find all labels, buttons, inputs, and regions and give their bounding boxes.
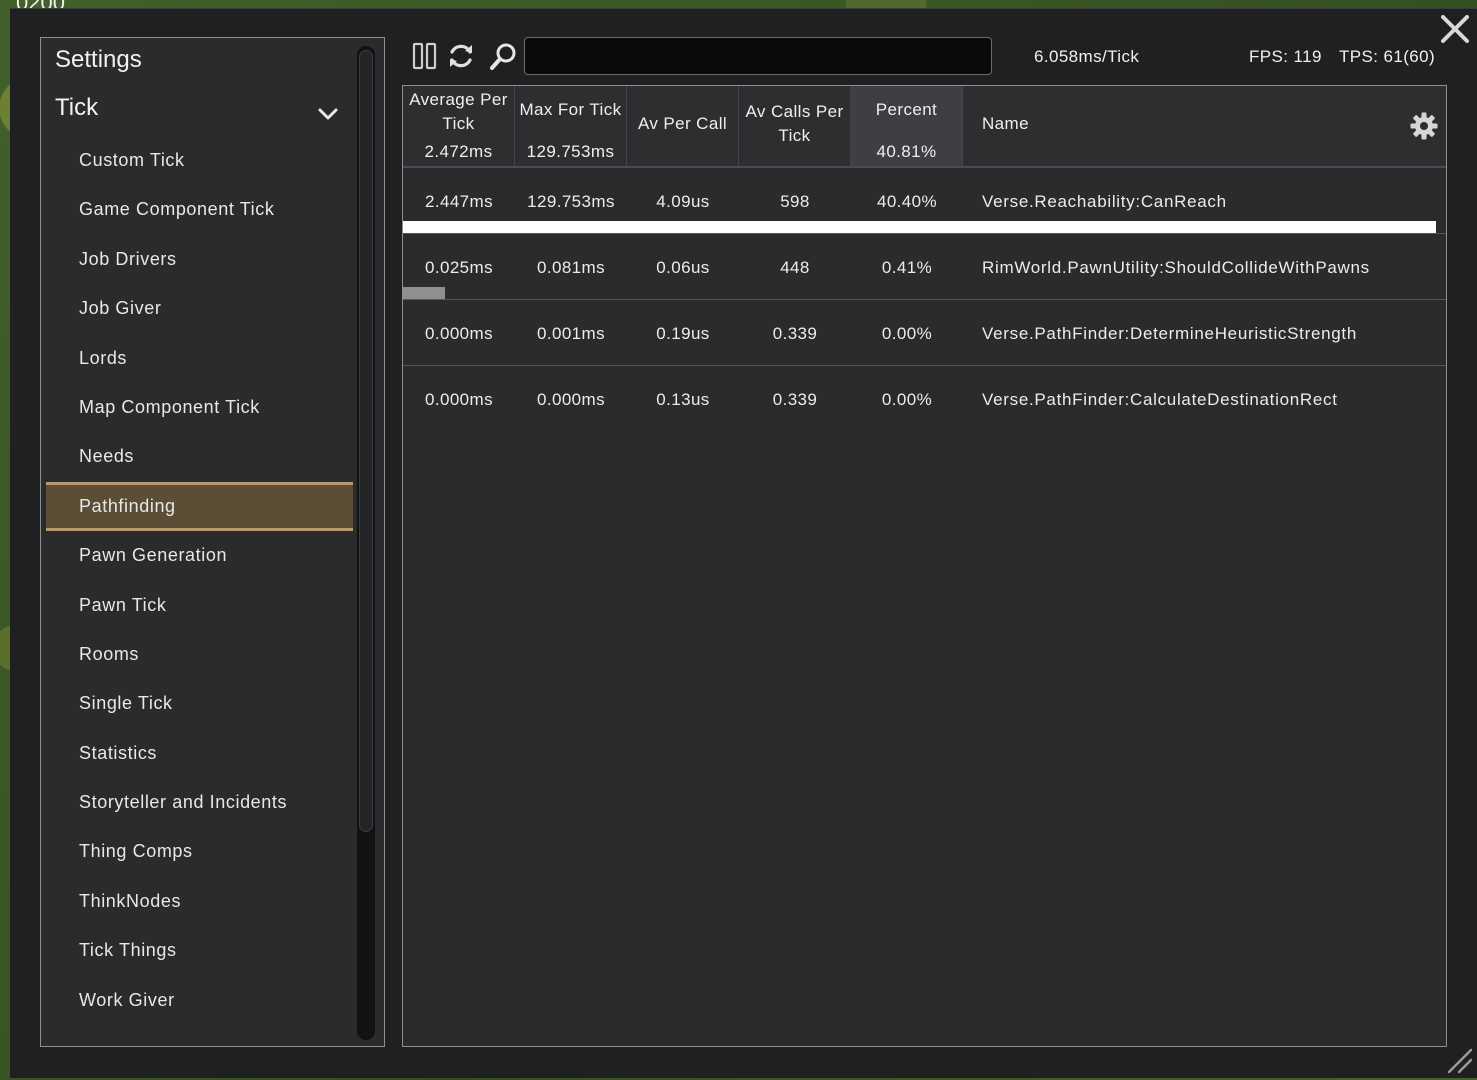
- cell-per-call: 4.09us: [656, 192, 710, 211]
- gear-icon[interactable]: [1410, 112, 1438, 140]
- cell-calls: 598: [780, 192, 810, 211]
- cell-max: 0.081ms: [536, 258, 605, 277]
- column-header-av-calls-per-tick[interactable]: Av Calls Per Tick: [739, 86, 851, 166]
- table-row[interactable]: 0.025ms 0.081ms 0.06us 448 0.41% RimWorld.Paw…: [403, 234, 1446, 300]
- column-label: Av Per Call: [637, 114, 728, 133]
- column-label: Av Calls Per Tick: [745, 102, 844, 145]
- cell-per-call: 0.13us: [656, 390, 710, 409]
- table-body: 2.447ms 129.753ms 4.09us 598 40.40% Verse.Rea…: [403, 168, 1446, 432]
- chevron-down-icon[interactable]: [317, 106, 339, 122]
- sidebar-item-list: Custom Tick Game Component Tick Job Driver…: [46, 136, 353, 1025]
- resize-grip-icon[interactable]: [1445, 1046, 1473, 1074]
- sidebar-item-custom-tick[interactable]: Custom Tick: [46, 136, 353, 185]
- cell-percent: 0.00%: [881, 324, 933, 343]
- cell-per-call: 0.19us: [656, 324, 710, 343]
- sidebar-item-pawn-tick[interactable]: Pawn Tick: [46, 581, 353, 630]
- sidebar-item-lords[interactable]: Lords: [46, 334, 353, 383]
- column-label: Average Per Tick: [409, 90, 508, 133]
- cell-calls: 0.339: [772, 324, 818, 343]
- sidebar-item-thing-comps[interactable]: Thing Comps: [46, 827, 353, 876]
- table-row[interactable]: 0.000ms 0.000ms 0.13us 0.339 0.00% Verse.Path…: [403, 366, 1446, 432]
- column-header-max-for-tick[interactable]: Max For Tick 129.753ms: [515, 86, 627, 166]
- cell-per-call: 0.06us: [656, 258, 710, 277]
- sidebar-scroll-thumb[interactable]: [359, 50, 373, 832]
- table-header: Average Per Tick 2.472ms Max For Tick 12…: [403, 86, 1446, 168]
- cell-avg: 0.000ms: [424, 390, 493, 409]
- column-header-percent[interactable]: Percent 40.81%: [851, 86, 963, 166]
- cell-name: Verse.Reachability:CanReach: [982, 192, 1227, 211]
- pause-icon[interactable]: [410, 41, 440, 71]
- column-header-average-per-tick[interactable]: Average Per Tick 2.472ms: [403, 86, 515, 166]
- table-row[interactable]: 0.000ms 0.001ms 0.19us 0.339 0.00% Verse.Path…: [403, 300, 1446, 366]
- column-label: Max For Tick: [519, 100, 622, 119]
- table-row[interactable]: 2.447ms 129.753ms 4.09us 598 40.40% Verse.Rea…: [403, 168, 1446, 234]
- column-total: 40.81%: [876, 142, 937, 161]
- sidebar-item-storyteller-and-incidents[interactable]: Storyteller and Incidents: [46, 778, 353, 827]
- profiler-window: Settings Tick Custom Tick Game Component …: [10, 8, 1477, 1078]
- cell-percent: 0.00%: [881, 390, 933, 409]
- profiler-toolbar: 6.058ms/Tick FPS: 119 TPS: 61(60): [408, 35, 1448, 79]
- sidebar-item-map-component-tick[interactable]: Map Component Tick: [46, 383, 353, 432]
- sidebar-item-pathfinding[interactable]: Pathfinding: [46, 481, 353, 532]
- column-header-name[interactable]: Name: [963, 86, 1446, 166]
- cell-calls: 0.339: [772, 390, 818, 409]
- cell-calls: 448: [780, 258, 810, 277]
- column-label: Name: [982, 114, 1029, 133]
- percent-bar: [403, 287, 445, 299]
- ms-per-tick-readout: 6.058ms/Tick: [1034, 47, 1140, 66]
- sidebar-item-single-tick[interactable]: Single Tick: [46, 679, 353, 728]
- sidebar-title[interactable]: Settings: [55, 46, 142, 74]
- sidebar-item-game-component-tick[interactable]: Game Component Tick: [46, 185, 353, 234]
- cell-name: Verse.PathFinder:DetermineHeuristicStren…: [982, 324, 1357, 343]
- sidebar-item-thinknodes[interactable]: ThinkNodes: [46, 877, 353, 926]
- cell-avg: 0.025ms: [424, 258, 493, 277]
- cell-name: Verse.PathFinder:CalculateDestinationRec…: [982, 390, 1338, 409]
- sidebar-item-work-giver[interactable]: Work Giver: [46, 976, 353, 1025]
- settings-sidebar: Settings Tick Custom Tick Game Component …: [40, 37, 385, 1047]
- refresh-icon[interactable]: [446, 41, 476, 71]
- tps-readout: TPS: 61(60): [1339, 47, 1436, 66]
- sidebar-item-statistics[interactable]: Statistics: [46, 729, 353, 778]
- sidebar-item-job-drivers[interactable]: Job Drivers: [46, 235, 353, 284]
- sidebar-item-job-giver[interactable]: Job Giver: [46, 284, 353, 333]
- search-input[interactable]: [524, 37, 992, 75]
- sidebar-item-needs[interactable]: Needs: [46, 432, 353, 481]
- cell-avg: 2.447ms: [424, 192, 493, 211]
- fps-readout: FPS: 119: [1249, 47, 1322, 66]
- column-total: 2.472ms: [424, 142, 493, 161]
- cell-percent: 0.41%: [881, 258, 933, 277]
- column-total: 129.753ms: [526, 142, 615, 161]
- sidebar-item-rooms[interactable]: Rooms: [46, 630, 353, 679]
- percent-bar: [403, 221, 1436, 233]
- profiler-table: Average Per Tick 2.472ms Max For Tick 12…: [402, 85, 1447, 1047]
- cell-name: RimWorld.PawnUtility:ShouldCollideWithPa…: [982, 258, 1370, 277]
- cell-avg: 0.000ms: [424, 324, 493, 343]
- magnifier-icon[interactable]: [488, 41, 518, 71]
- sidebar-item-tick-things[interactable]: Tick Things: [46, 926, 353, 975]
- cell-max: 0.001ms: [536, 324, 605, 343]
- sidebar-scrollbar[interactable]: [357, 46, 375, 1040]
- sidebar-category-tick[interactable]: Tick: [55, 94, 98, 122]
- cell-max: 129.753ms: [527, 192, 615, 211]
- cell-percent: 40.40%: [876, 192, 938, 211]
- column-label: Percent: [875, 100, 938, 119]
- column-header-av-per-call[interactable]: Av Per Call: [627, 86, 739, 166]
- cell-max: 0.000ms: [536, 390, 605, 409]
- sidebar-item-pawn-generation[interactable]: Pawn Generation: [46, 531, 353, 580]
